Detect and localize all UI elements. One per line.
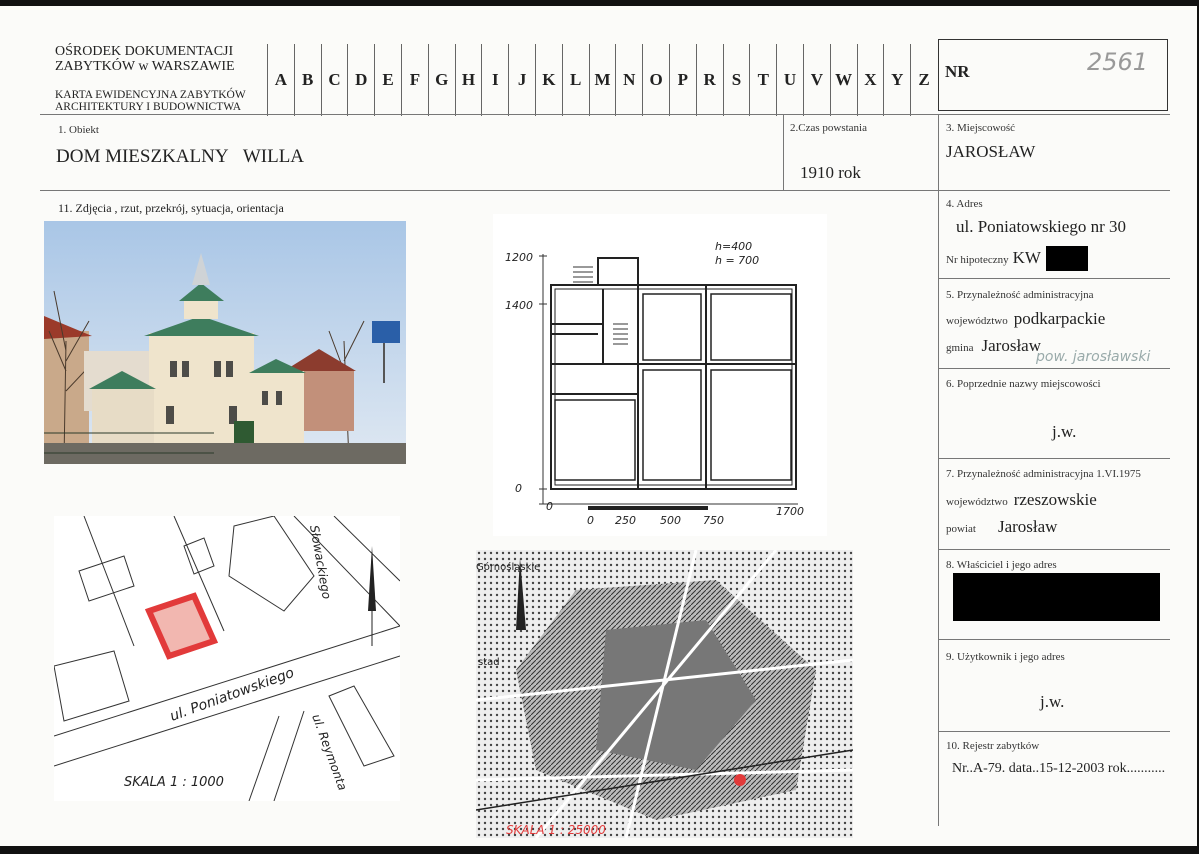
gmina-note: pow. jarosławski	[1036, 349, 1151, 365]
plan-scale-2: 500	[660, 514, 681, 527]
site-map: ul. Poniatowskiego ul. Reymonta Słowacki…	[54, 516, 400, 801]
nr-value: 2561	[1087, 48, 1149, 76]
plan-y-zero: 0	[515, 482, 522, 495]
nr-label: NR	[945, 62, 970, 81]
town-map: Górnośląskie stad SKALA 1 : 25000	[476, 550, 853, 838]
wlasciciel-label: 8. Właściciel i jego adres	[946, 559, 1057, 571]
adres-value: ul. Poniatowskiego nr 30	[956, 217, 1126, 236]
plan-h2: h = 700	[715, 254, 759, 267]
org-name: OŚRODEK DOKUMENTACJI ZABYTKÓW w WARSZAWI…	[55, 44, 235, 74]
letter-f: F	[400, 44, 428, 116]
plan-y-mid: 1400	[505, 299, 533, 312]
letter-index: ABCDEFGHIJKLMNOPRSTUVWXYZ	[267, 44, 937, 116]
poprzednie-value: j.w.	[1052, 422, 1077, 441]
plan-x-zero: 0	[546, 500, 553, 513]
miejscowosc-label: 3. Miejscowość	[946, 122, 1016, 134]
powiat-row: powiat Jarosław	[946, 517, 1058, 536]
letter-l: L	[561, 44, 589, 116]
letter-e: E	[374, 44, 401, 116]
letter-p: P	[668, 44, 696, 116]
hipoteczny-row: Nr hipoteczny KW	[946, 248, 1041, 267]
card-title: KARTA EWIDENCYJNA ZABYTKÓW ARCHITEKTURY …	[55, 89, 246, 113]
letter-u: U	[776, 44, 803, 116]
letter-w: W	[829, 44, 857, 116]
letter-v: V	[802, 44, 830, 116]
letter-b: B	[293, 44, 321, 116]
redacted-kw	[1046, 246, 1088, 271]
przyn1975-label: 7. Przynależność administracyjna 1.VI.19…	[946, 468, 1141, 480]
letter-a: A	[267, 44, 294, 116]
map2-stad: stad	[478, 657, 500, 668]
letter-z: Z	[910, 44, 937, 116]
letter-s: S	[722, 44, 750, 116]
letter-i: I	[481, 44, 508, 116]
letter-y: Y	[883, 44, 910, 116]
czas-value: 1910 rok	[800, 163, 861, 182]
obiekt-label: 1. Obiekt	[58, 124, 99, 136]
letter-t: T	[749, 44, 776, 116]
redacted-owner	[953, 573, 1160, 621]
uzytkownik-label: 9. Użytkownik i jego adres	[946, 651, 1065, 663]
zdjecia-label: 11. Zdjęcia , rzut, przekrój, sytuacja, …	[58, 201, 284, 215]
plan-scale-0: 0	[587, 514, 594, 527]
map2-top-text: Górnośląskie	[476, 561, 540, 573]
map2-scale: SKALA 1 : 25000	[506, 823, 606, 837]
street-slowackiego: Słowackiego	[307, 524, 334, 600]
letter-m: M	[588, 44, 616, 116]
plan-x-end: 1700	[776, 505, 804, 518]
rejestr-value: Nr..A-79. data..15-12-2003 rok..........…	[952, 761, 1166, 776]
plan-h1: h=400	[715, 240, 752, 253]
letter-x: X	[856, 44, 884, 116]
rejestr-label: 10. Rejestr zabytków	[946, 740, 1040, 752]
letter-n: N	[615, 44, 642, 116]
miejscowosc-value: JAROSŁAW	[946, 142, 1036, 161]
plan-scale-3: 750	[703, 514, 724, 527]
letter-h: H	[454, 44, 482, 116]
letter-r: R	[695, 44, 723, 116]
map1-scale: SKALA 1 : 1000	[124, 775, 224, 790]
letter-k: K	[534, 44, 562, 116]
record-card: OŚRODEK DOKUMENTACJI ZABYTKÓW w WARSZAWI…	[0, 6, 1197, 846]
czas-label: 2.Czas powstania	[790, 122, 867, 134]
letter-d: D	[347, 44, 374, 116]
woj1975-row: województwo rzeszowskie	[946, 490, 1097, 509]
obiekt-value: DOM MIESZKALNY WILLA	[56, 146, 305, 167]
villa-photo	[44, 221, 406, 464]
floor-plan: h=400 h = 700 1200 1400 0 0 1700 0 250 5…	[493, 214, 827, 536]
letter-c: C	[320, 44, 348, 116]
plan-scale-1: 250	[615, 514, 636, 527]
woj-row: województwo podkarpackie	[946, 309, 1106, 328]
letter-j: J	[508, 44, 535, 116]
plan-y-top: 1200	[505, 251, 533, 264]
poprzednie-label: 6. Poprzednie nazwy miejscowości	[946, 378, 1101, 390]
letter-g: G	[427, 44, 455, 116]
przynaleznosc-label: 5. Przynależność administracyjna	[946, 289, 1094, 301]
gmina-row: gmina Jarosław	[946, 336, 1041, 355]
letter-o: O	[642, 44, 669, 116]
nr-box: NR 2561	[938, 39, 1168, 111]
uzytkownik-value: j.w.	[1040, 692, 1065, 711]
adres-label: 4. Adres	[946, 198, 983, 210]
